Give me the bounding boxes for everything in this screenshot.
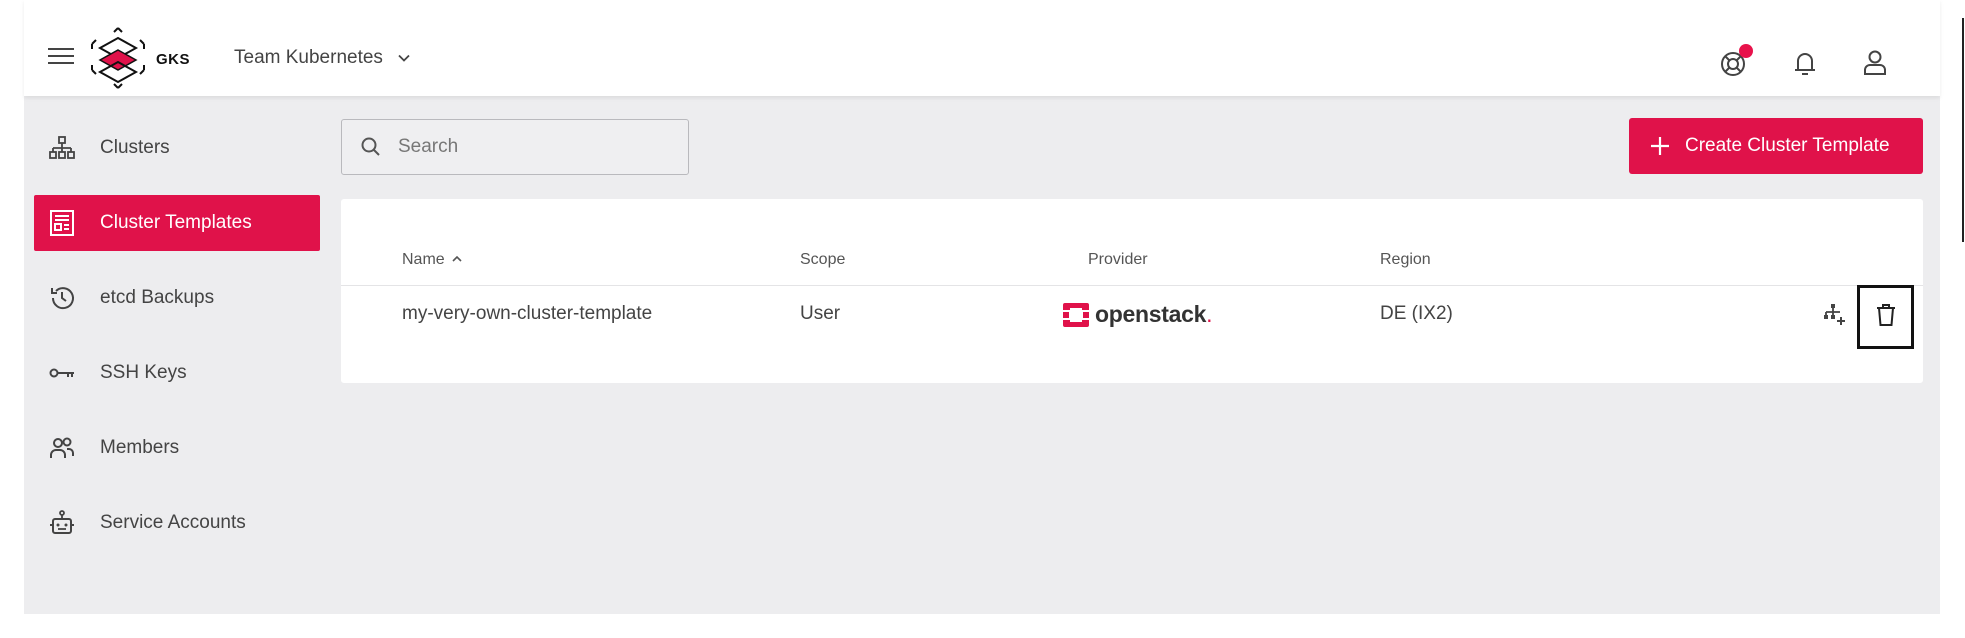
sidebar-item-label: Members (100, 437, 180, 458)
sidebar-item-label: Cluster Templates (100, 212, 252, 233)
template-icon (46, 207, 78, 239)
sidebar-item-service-accounts[interactable]: Service Accounts (34, 495, 320, 551)
support-icon[interactable] (1719, 44, 1753, 78)
sidebar-item-label: SSH Keys (100, 362, 187, 383)
cell-scope: User (800, 303, 841, 324)
column-header-region[interactable]: Region (1380, 251, 1431, 269)
plus-icon (1651, 137, 1669, 155)
sidebar-item-label: etcd Backups (100, 287, 215, 308)
team-selector[interactable]: Team Kubernetes (234, 47, 411, 69)
robot-icon (46, 507, 78, 539)
cell-provider: openstack. (1063, 301, 1212, 328)
sidebar-item-cluster-templates[interactable]: Cluster Templates (34, 195, 320, 251)
sidebar-item-label: Service Accounts (100, 512, 246, 533)
create-cluster-template-button[interactable]: Create Cluster Template (1629, 118, 1923, 174)
sidebar-item-label: Clusters (100, 137, 170, 158)
clusters-icon (46, 132, 78, 164)
delete-focus-outline (1857, 285, 1914, 349)
provider-dot: . (1206, 301, 1213, 327)
search-field[interactable] (341, 119, 689, 175)
user-icon[interactable] (1860, 48, 1890, 78)
app-window: GKS Team Kubernetes Clusters Cluster Tem… (24, 0, 1964, 614)
column-header-name-label: Name (402, 251, 445, 268)
team-name: Team Kubernetes (234, 47, 383, 68)
history-icon (46, 282, 78, 314)
sidebar-item-members[interactable]: Members (34, 420, 320, 476)
create-cluster-from-template-icon[interactable] (1821, 301, 1849, 329)
sidebar-item-ssh-keys[interactable]: SSH Keys (34, 345, 320, 401)
sort-ascending-icon (452, 255, 462, 262)
notification-dot (1739, 44, 1753, 58)
chevron-down-icon (398, 54, 410, 62)
cluster-templates-table: Name Scope Provider Region my-very-own-c… (341, 199, 1923, 383)
openstack-logo-icon (1063, 302, 1089, 327)
scrollbar[interactable] (1962, 18, 1964, 242)
column-header-scope[interactable]: Scope (800, 251, 845, 269)
logo-text: GKS (156, 51, 191, 68)
search-input[interactable] (398, 136, 668, 158)
search-icon (361, 137, 380, 156)
cell-name[interactable]: my-very-own-cluster-template (402, 303, 652, 325)
top-bar: GKS Team Kubernetes (24, 0, 1940, 96)
sidebar-item-clusters[interactable]: Clusters (34, 120, 320, 176)
column-header-provider[interactable]: Provider (1088, 251, 1148, 269)
menu-icon[interactable] (48, 48, 74, 68)
cell-region: DE (IX2) (1380, 303, 1453, 324)
gks-logo-icon[interactable] (88, 26, 148, 90)
header-divider (341, 285, 1923, 286)
bell-icon[interactable] (1790, 48, 1820, 78)
members-icon (46, 432, 78, 464)
sidebar: Clusters Cluster Templates etcd Backups … (24, 120, 324, 570)
key-icon (46, 357, 78, 389)
column-header-name[interactable]: Name (402, 251, 463, 269)
create-button-label: Create Cluster Template (1685, 135, 1890, 156)
sidebar-item-etcd-backups[interactable]: etcd Backups (34, 270, 320, 326)
provider-name: openstack (1095, 301, 1207, 327)
